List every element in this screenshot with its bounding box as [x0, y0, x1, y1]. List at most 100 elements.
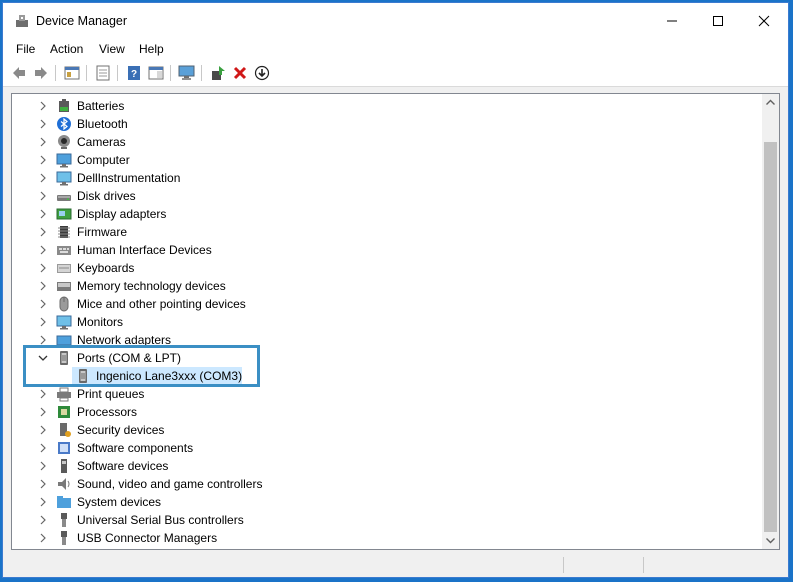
menu-help[interactable]: Help [139, 42, 164, 56]
tree-child-item[interactable]: Ingenico Lane3xxx (COM3) [12, 367, 752, 385]
tree-category[interactable]: USB Connector Managers [12, 529, 752, 547]
tree-item-label: Ports (COM & LPT) [77, 351, 182, 365]
chevron-right-icon[interactable] [38, 299, 48, 309]
tree-category[interactable]: Network adapters [12, 331, 752, 349]
close-icon [758, 15, 770, 26]
tree-category[interactable]: DellInstrumentation [12, 169, 752, 187]
tree-category[interactable]: Display adapters [12, 205, 752, 223]
tree-category[interactable]: Ports (COM & LPT) [12, 349, 752, 367]
tree-category[interactable]: Bluetooth [12, 115, 752, 133]
chevron-right-icon[interactable] [38, 335, 48, 345]
menu-view[interactable]: View [99, 42, 125, 56]
chevron-right-icon[interactable] [38, 425, 48, 435]
properties-button[interactable] [94, 64, 112, 82]
chevron-right-icon[interactable] [38, 407, 48, 417]
chevron-right-icon[interactable] [38, 173, 48, 183]
svg-text:?: ? [131, 69, 137, 80]
menu-action[interactable]: Action [50, 42, 83, 56]
chevron-right-icon[interactable] [38, 497, 48, 507]
port-icon [79, 369, 87, 383]
tree-item-label: Cameras [77, 135, 126, 149]
device-tree[interactable]: Batteries Bluetooth Cameras Computer DellIns… [11, 93, 780, 550]
tree-category[interactable]: Software devices [12, 457, 752, 475]
minimize-icon [667, 20, 677, 21]
chevron-right-icon[interactable] [38, 227, 48, 237]
tree-category[interactable]: Software components [12, 439, 752, 457]
maximize-icon [713, 15, 723, 26]
chevron-right-icon[interactable] [38, 281, 48, 291]
tree-category[interactable]: Firmware [12, 223, 752, 241]
chevron-right-icon[interactable] [38, 263, 48, 273]
chevron-right-icon[interactable] [38, 461, 48, 471]
forward-arrow-icon [35, 67, 47, 79]
download-driver-button[interactable] [253, 64, 271, 82]
status-cell [563, 557, 644, 573]
show-hide-console-tree-button[interactable] [63, 64, 81, 82]
close-button[interactable] [741, 3, 787, 38]
chevron-right-icon[interactable] [38, 479, 48, 489]
usb-icon [61, 531, 67, 545]
toolbar-separator [55, 65, 56, 81]
mouse-icon [59, 296, 69, 312]
chevron-right-icon[interactable] [38, 209, 48, 219]
tree-item-label: Sound, video and game controllers [77, 477, 263, 491]
chip-icon [58, 226, 70, 238]
tree-item-label: Universal Serial Bus controllers [77, 513, 244, 527]
tree-category[interactable]: System devices [12, 493, 752, 511]
help-icon: ? [128, 66, 140, 80]
speaker-icon [58, 478, 70, 490]
scrollbar-thumb[interactable] [764, 142, 777, 532]
help-button[interactable]: ? [125, 64, 143, 82]
chevron-right-icon[interactable] [38, 515, 48, 525]
scroll-down-icon[interactable] [762, 532, 779, 549]
chevron-right-icon[interactable] [38, 119, 48, 129]
show-action-pane-button[interactable] [147, 64, 165, 82]
menu-bar: File Action View Help [3, 38, 788, 60]
update-driver-button[interactable] [209, 64, 227, 82]
chevron-right-icon[interactable] [38, 191, 48, 201]
tree-category[interactable]: Sound, video and game controllers [12, 475, 752, 493]
chevron-right-icon[interactable] [38, 101, 48, 111]
tree-category[interactable]: Processors [12, 403, 752, 421]
tree-category[interactable]: Batteries [12, 97, 752, 115]
tree-category[interactable]: Cameras [12, 133, 752, 151]
chevron-right-icon[interactable] [38, 137, 48, 147]
port-icon [60, 351, 68, 365]
tree-category[interactable]: Monitors [12, 313, 752, 331]
forward-button[interactable] [32, 64, 50, 82]
menu-file[interactable]: File [16, 42, 35, 56]
uninstall-device-button[interactable] [231, 64, 249, 82]
chevron-right-icon[interactable] [38, 443, 48, 453]
tree-category[interactable]: Mice and other pointing devices [12, 295, 752, 313]
tree-category[interactable]: Universal Serial Bus controllers [12, 511, 752, 529]
chevron-right-icon[interactable] [38, 317, 48, 327]
chevron-right-icon[interactable] [38, 245, 48, 255]
title-bar[interactable]: Device Manager [3, 3, 788, 38]
minimize-button[interactable] [649, 3, 695, 38]
chevron-right-icon[interactable] [38, 389, 48, 399]
chevron-right-icon[interactable] [38, 155, 48, 165]
tree-category[interactable]: Human Interface Devices [12, 241, 752, 259]
chevron-right-icon[interactable] [38, 533, 48, 543]
tree-category[interactable]: Keyboards [12, 259, 752, 277]
tree-item-label: DellInstrumentation [77, 171, 181, 185]
back-button[interactable] [10, 64, 28, 82]
tree-category[interactable]: Computer [12, 151, 752, 169]
scan-hardware-changes-button[interactable] [178, 64, 196, 82]
tree-item-label: System devices [77, 495, 162, 509]
tree-category[interactable]: Disk drives [12, 187, 752, 205]
camera-icon [58, 135, 70, 149]
usb-icon [61, 513, 67, 527]
tree-category[interactable]: Memory technology devices [12, 277, 752, 295]
memory-icon [57, 282, 71, 291]
monitor-icon [56, 315, 72, 330]
scroll-up-icon[interactable] [762, 94, 779, 111]
tree-category[interactable]: Print queues [12, 385, 752, 403]
toolbar-separator [201, 65, 202, 81]
vertical-scrollbar[interactable] [762, 94, 779, 549]
chevron-down-icon[interactable] [38, 353, 48, 363]
tree-item-label: Human Interface Devices [77, 243, 212, 257]
system-folder-icon [57, 496, 71, 508]
maximize-button[interactable] [695, 3, 741, 38]
tree-category[interactable]: Security devices [12, 421, 752, 439]
